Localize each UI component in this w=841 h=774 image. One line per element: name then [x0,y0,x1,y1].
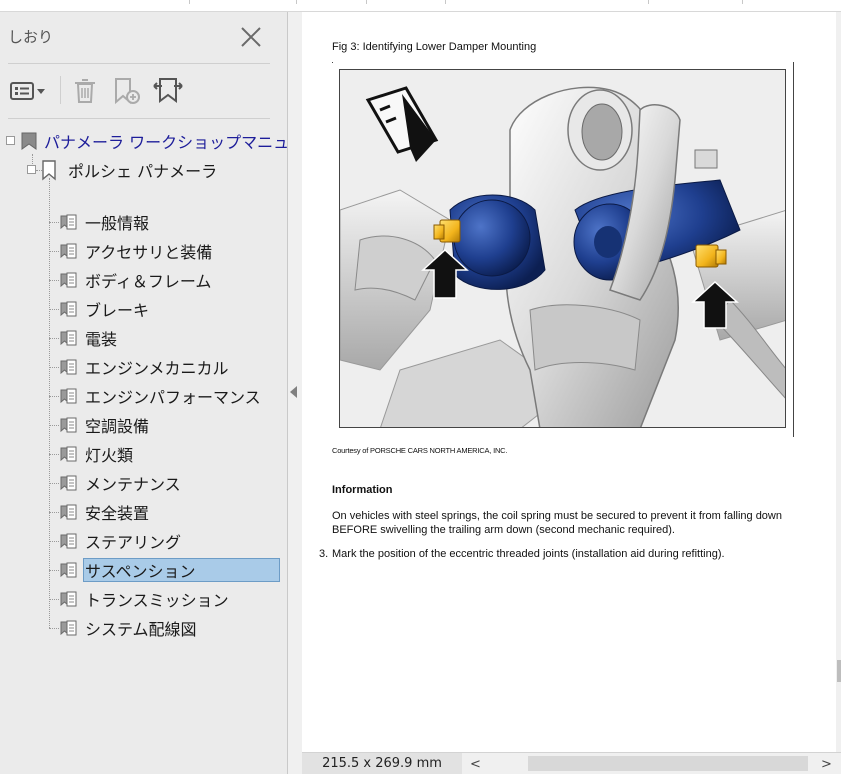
bookmark-label: ボディ＆フレーム [85,272,212,291]
bookmark-outline-icon [38,159,60,185]
bookmark-item[interactable]: 電装 [0,325,288,351]
bookmark-label: 空調設備 [85,417,150,436]
bookmark-label: パナメーラ ワークショップマニュアル [44,133,321,152]
status-bar: 215.5 x 269.9 mm < > [302,752,841,774]
bookmark-find-icon[interactable] [150,74,186,106]
bookmark-page-icon [59,386,79,410]
figure-caption: Fig 3: Identifying Lower Damper Mounting [332,41,537,53]
bookmark-page-icon [59,415,79,439]
trash-icon[interactable] [70,74,100,106]
bookmark-child[interactable]: ポルシェ パナメーラ [0,157,288,183]
bookmark-page-icon [59,241,79,265]
bookmark-page-icon [59,357,79,381]
document-view[interactable]: Fig 3: Identifying Lower Damper Mounting [302,12,841,752]
horizontal-scrollbar-thumb[interactable] [528,756,808,771]
bookmark-label: メンテナンス [85,475,181,494]
page-size-readout: 215.5 x 269.9 mm [302,753,462,774]
bookmark-label: 安全装置 [85,504,150,523]
bookmark-label: 灯火類 [85,446,134,465]
info-heading: Information [332,484,393,496]
bookmark-item[interactable]: ブレーキ [0,296,288,322]
bookmark-label: エンジンパフォーマンス [85,388,261,407]
collapse-panel-icon[interactable] [290,386,297,398]
toolbar-divider [60,76,61,104]
bookmark-add-icon[interactable] [110,74,144,106]
bookmark-item[interactable]: 一般情報 [0,209,288,235]
bookmark-item[interactable]: エンジンパフォーマンス [0,383,288,409]
image-credit: Courtesy of PORSCHE CARS NORTH AMERICA, … [332,446,508,455]
divider [8,118,270,119]
bookmark-item[interactable]: エンジンメカニカル [0,354,288,380]
step-number: 3. [319,548,329,560]
bookmark-label: ポルシェ パナメーラ [68,162,218,181]
divider [8,63,270,64]
bookmark-item[interactable]: 灯火類 [0,441,288,467]
bookmark-root[interactable]: パナメーラ ワークショップマニュアル [0,128,321,156]
bookmark-item[interactable]: ステアリング [0,528,288,554]
scroll-left-icon[interactable]: < [470,757,481,772]
bookmarks-toolbar [8,72,278,108]
list-options-icon[interactable] [8,74,50,106]
bookmark-label: 電装 [85,330,118,349]
figure-rule [793,62,794,437]
bookmark-page-icon [59,212,79,236]
bookmark-page-icon [59,589,79,613]
rule-mark [332,62,333,63]
bookmark-item[interactable]: メンテナンス [0,470,288,496]
bookmark-item[interactable]: トランスミッション [0,586,288,612]
bookmark-item[interactable]: 安全装置 [0,499,288,525]
bookmarks-panel: しおり パナメーラ ワークショップマニュアル ポルシェ パナメーラ 一般情報 ア… [0,12,321,774]
bookmark-label: 一般情報 [85,214,150,233]
bookmark-label: エンジンメカニカル [85,359,229,378]
bookmark-label: ブレーキ [85,301,150,320]
panel-title: しおり [8,28,54,46]
bookmark-label: ステアリング [85,533,182,552]
close-icon[interactable] [238,24,264,50]
bookmark-label: サスペンション [85,562,196,581]
bookmark-page-icon [59,299,79,323]
bookmark-page-icon [59,560,79,584]
bookmark-page-icon [59,618,79,642]
bookmark-item[interactable]: ボディ＆フレーム [0,267,288,293]
bookmark-item[interactable]: アクセサリと装備 [0,238,288,264]
bookmark-page-icon [59,328,79,352]
top-toolbar-edge [0,0,841,12]
step-text: Mark the position of the eccentric threa… [332,548,725,560]
scroll-right-icon[interactable]: > [821,757,832,772]
bookmark-page-icon [59,502,79,526]
pdf-viewer-window: しおり パナメーラ ワークショップマニュアル ポルシェ パナメーラ 一般情報 ア… [0,0,841,774]
vertical-scrollbar[interactable] [836,12,841,752]
bookmark-page-icon [59,531,79,555]
bookmark-label: アクセサリと装備 [85,243,213,262]
scrollbar-thumb[interactable] [837,660,841,682]
damper-mounting-illustration [339,69,786,428]
bookmark-icon [18,130,40,156]
bookmark-label: トランスミッション [85,591,229,610]
pdf-page: Fig 3: Identifying Lower Damper Mounting [302,12,836,752]
procedure-step: 3. Mark the position of the eccentric thr… [319,548,725,560]
info-text: On vehicles with steel springs, the coil… [332,510,782,536]
bookmark-item[interactable]: システム配線図 [0,615,288,641]
bookmark-label: システム配線図 [85,620,197,639]
bookmark-page-icon [59,473,79,497]
bookmark-page-icon [59,444,79,468]
bookmark-page-icon [59,270,79,294]
bookmark-item[interactable]: 空調設備 [0,412,288,438]
bookmark-item[interactable]: サスペンション [0,557,288,583]
